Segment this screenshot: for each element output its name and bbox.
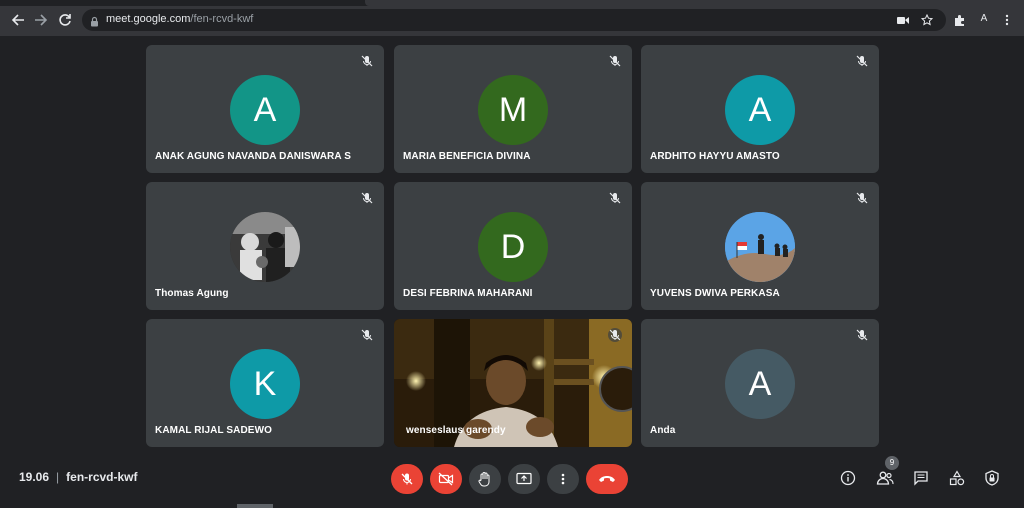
chat-icon[interactable] <box>911 468 931 488</box>
divider: | <box>56 470 60 484</box>
present-icon <box>516 472 532 485</box>
avatar: M <box>478 75 548 145</box>
star-icon[interactable] <box>920 13 934 27</box>
mic-muted-icon <box>361 55 373 67</box>
mic-muted-icon <box>608 328 622 342</box>
more-vert-icon <box>561 473 565 485</box>
participant-tile[interactable]: Thomas Agung <box>146 182 384 310</box>
participant-name: DESI FEBRINA MAHARANI <box>403 288 533 299</box>
participant-tile-self[interactable]: A Anda <box>641 319 879 447</box>
meeting-details: 19.06 | fen-rcvd-kwf <box>19 470 138 484</box>
mic-muted-icon <box>856 55 868 67</box>
meeting-info-icon[interactable] <box>838 468 858 488</box>
mic-muted-icon <box>609 192 621 204</box>
forward-icon[interactable] <box>31 10 51 30</box>
meeting-code: fen-rcvd-kwf <box>66 470 138 484</box>
participant-name: Thomas Agung <box>155 288 229 299</box>
profile-avatar[interactable]: A <box>977 12 991 26</box>
participant-name: wenseslaus garendy <box>406 425 506 436</box>
avatar: A <box>725 75 795 145</box>
participant-name: MARIA BENEFICIA DIVINA <box>403 151 531 162</box>
mic-muted-icon <box>361 192 373 204</box>
participant-tile[interactable]: D DESI FEBRINA MAHARANI <box>394 182 632 310</box>
host-controls-icon[interactable] <box>982 468 1002 488</box>
mic-toggle-button[interactable] <box>391 464 423 494</box>
lock-icon[interactable] <box>90 14 99 32</box>
mic-muted-icon <box>361 329 373 341</box>
mic-muted-icon <box>609 55 621 67</box>
hang-up-icon <box>599 476 615 482</box>
raise-hand-button[interactable] <box>469 464 501 494</box>
url-text[interactable]: meet.google.com/fen-rcvd-kwf <box>106 13 253 25</box>
extensions-icon[interactable] <box>950 11 968 29</box>
participant-tile[interactable]: K KAMAL RIJAL SADEWO <box>146 319 384 447</box>
more-options-button[interactable] <box>547 464 579 494</box>
reload-icon[interactable] <box>55 10 75 30</box>
camera-off-icon <box>438 472 454 486</box>
meeting-controls-bar: 19.06 | fen-rcvd-kwf 9 <box>0 456 1024 508</box>
avatar: K <box>230 349 300 419</box>
meeting-time: 19.06 <box>19 470 50 484</box>
avatar: A <box>230 75 300 145</box>
people-icon[interactable] <box>875 468 895 488</box>
participant-tile[interactable]: M MARIA BENEFICIA DIVINA <box>394 45 632 173</box>
participant-name: YUVENS DWIVA PERKASA <box>650 288 780 299</box>
mic-off-icon <box>401 473 413 485</box>
participant-name: ARDHITO HAYYU AMASTO <box>650 151 780 162</box>
back-icon[interactable] <box>8 10 28 30</box>
avatar-photo <box>230 212 300 282</box>
meeting-stage: A ANAK AGUNG NAVANDA DANISWARA S M MARIA… <box>0 36 1024 508</box>
participant-name: Anda <box>650 425 676 436</box>
address-bar[interactable]: meet.google.com/fen-rcvd-kwf <box>82 9 946 31</box>
mic-muted-icon <box>856 329 868 341</box>
camera-icon[interactable] <box>896 13 910 27</box>
participant-name: ANAK AGUNG NAVANDA DANISWARA S <box>155 151 351 162</box>
participant-tile[interactable]: YUVENS DWIVA PERKASA <box>641 182 879 310</box>
mic-muted-icon <box>856 192 868 204</box>
hand-icon <box>478 472 490 487</box>
present-now-button[interactable] <box>508 464 540 494</box>
participant-name: KAMAL RIJAL SADEWO <box>155 425 272 436</box>
browser-toolbar: meet.google.com/fen-rcvd-kwf A <box>0 6 1024 36</box>
participant-video-tile[interactable]: wenseslaus garendy <box>394 319 632 447</box>
participant-tile[interactable]: A ANAK AGUNG NAVANDA DANISWARA S <box>146 45 384 173</box>
participants-count-badge: 9 <box>885 456 899 470</box>
participant-tile[interactable]: A ARDHITO HAYYU AMASTO <box>641 45 879 173</box>
menu-icon[interactable] <box>998 11 1016 29</box>
avatar-photo <box>725 212 795 282</box>
scrollbar-thumb[interactable] <box>237 504 273 508</box>
camera-toggle-button[interactable] <box>430 464 462 494</box>
activities-icon[interactable] <box>947 468 967 488</box>
avatar: A <box>725 349 795 419</box>
leave-call-button[interactable] <box>586 464 628 494</box>
avatar: D <box>478 212 548 282</box>
